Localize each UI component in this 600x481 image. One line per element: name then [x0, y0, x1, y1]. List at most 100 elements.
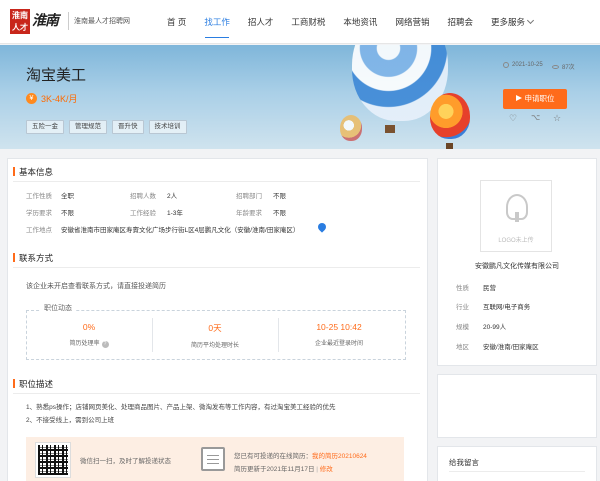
- info-value: 不限: [273, 193, 286, 200]
- my-resume-link[interactable]: 我的简历20210624: [312, 453, 367, 460]
- company-logo[interactable]: LOGO未上传: [480, 180, 552, 252]
- sidebar-blank-panel: [437, 374, 597, 438]
- info-label: 工作性质: [26, 193, 52, 200]
- stat-value: 0%: [82, 322, 96, 332]
- description-line: 2、不接受线上，需到公司上班: [26, 417, 115, 424]
- balloon-basket: [385, 125, 395, 133]
- balloon-basket: [446, 143, 453, 149]
- apply-label: 申请职位: [524, 94, 555, 103]
- site-header: 淮南 人才 淮南 淮南最人才招聘网 首 页 找工作 招人才 工商财税 本地资讯 …: [0, 0, 600, 44]
- stat-caption: 企业最近登录时间: [314, 341, 363, 347]
- nav-more-services[interactable]: 更多服务: [482, 0, 542, 44]
- job-tags: 五险一金 管理规范 晋升快 技术培训: [26, 120, 187, 134]
- stat-last-login: 10-25 10:42 企业最近登录时间: [276, 322, 402, 347]
- site-logo[interactable]: 淮南 人才 淮南: [10, 9, 66, 34]
- stat-avg-time: 0天 简历平均处理时长: [152, 322, 278, 349]
- clock-icon: [503, 62, 509, 68]
- stat-caption-text: 简历处理率: [69, 341, 100, 347]
- info-label: 招聘部门: [236, 193, 262, 200]
- info-label: 招聘人数: [130, 193, 156, 200]
- help-icon[interactable]: ?: [101, 341, 109, 348]
- contact-notice: 该企业未开启查看联系方式，请直接投递简历: [26, 283, 166, 290]
- chevron-down-icon: [526, 16, 535, 25]
- job-title: 淘宝美工: [26, 67, 87, 84]
- yen-icon: ¥: [26, 93, 37, 104]
- logo-divider: [68, 12, 69, 30]
- view-count-value: 87次: [562, 65, 575, 71]
- job-tag: 晋升快: [112, 120, 144, 134]
- nav-marketing[interactable]: 网络营销: [386, 0, 438, 44]
- heart-icon[interactable]: [509, 113, 517, 124]
- stat-resume-rate: 0% 简历处理率?: [26, 322, 152, 348]
- star-icon[interactable]: [553, 113, 561, 124]
- post-date: 2021-10-25: [503, 62, 543, 68]
- section-title-basic: 基本信息: [13, 166, 53, 178]
- section-divider: [13, 393, 420, 394]
- separator: |: [316, 466, 318, 473]
- resume-updated-text: 简历更新于2021年11月17日: [234, 466, 315, 473]
- company-info-label: 行业: [456, 304, 469, 311]
- share-icon[interactable]: [531, 113, 540, 124]
- nav-more-label: 更多服务: [490, 17, 525, 27]
- nav-job-fair[interactable]: 招聘会: [438, 0, 482, 44]
- company-info-label: 规模: [456, 324, 469, 331]
- company-info-value: 民营: [483, 285, 496, 292]
- resume-icon: [201, 447, 225, 471]
- resume-prefix: 您已有可投递的在线简历：: [234, 453, 312, 460]
- info-value: 1-3年: [167, 210, 183, 217]
- stat-value: 0天: [208, 323, 222, 333]
- logo-script: 淮南: [32, 13, 59, 29]
- balloon-image: [430, 93, 470, 139]
- logo-subtitle: 淮南最人才招聘网: [74, 18, 130, 25]
- nav-local-news[interactable]: 本地资讯: [334, 0, 386, 44]
- main-nav: 首 页 找工作 招人才 工商财税 本地资讯 网络营销 招聘会 更多服务: [158, 0, 542, 44]
- stat-value: 10-25 10:42: [316, 322, 362, 332]
- company-info-value: 互联网/电子商务: [483, 304, 531, 311]
- section-divider: [449, 471, 585, 472]
- info-label: 年龄要求: [236, 210, 262, 217]
- post-date-value: 2021-10-25: [512, 62, 543, 68]
- info-value: 不限: [273, 210, 286, 217]
- job-dynamics-label: 职位动态: [40, 303, 76, 313]
- nav-recruit[interactable]: 招人才: [239, 0, 283, 44]
- company-name[interactable]: 安徽鹏凡文化传媒有限公司: [437, 261, 597, 271]
- info-label: 工作地点: [26, 227, 52, 234]
- eye-icon: [552, 64, 559, 69]
- resume-updated: 简历更新于2021年11月17日 | 修改: [234, 463, 333, 473]
- job-tag: 管理规范: [69, 120, 107, 134]
- work-address: 安徽省淮南市田家庵区寿賨文化广场步行街L区4层鹏凡文化（安徽/淮南/田家庵区）: [61, 227, 300, 234]
- description-line: 1、熟悉ps操作；店铺网页美化、处理商品图片、产品上架、微淘发布等工作内容，有过…: [26, 404, 336, 411]
- section-title-contact: 联系方式: [13, 252, 53, 264]
- send-icon: [515, 95, 522, 101]
- balloon-image: [340, 115, 362, 141]
- company-info-value: 20-99人: [483, 324, 507, 331]
- company-info-label: 地区: [456, 344, 469, 351]
- company-info-label: 性质: [456, 285, 469, 292]
- salary-value: 3K-4K/月: [41, 94, 78, 104]
- info-value: 2人: [167, 193, 178, 200]
- info-value: 全职: [61, 193, 74, 200]
- nav-find-job[interactable]: 找工作: [195, 0, 239, 44]
- apply-job-button[interactable]: 申请职位: [503, 89, 567, 109]
- company-info-value: 安徽/淮南/田家庵区: [483, 344, 539, 351]
- wechat-qr-code: [35, 442, 71, 478]
- nav-home[interactable]: 首 页: [158, 0, 195, 44]
- section-divider: [13, 181, 420, 182]
- nav-business-tax[interactable]: 工商财税: [282, 0, 334, 44]
- resume-available: 您已有可投递的在线简历：我的简历20210624: [234, 450, 367, 460]
- job-salary: ¥ 3K-4K/月: [26, 92, 78, 105]
- stat-caption: 简历处理率?: [26, 338, 152, 348]
- info-value: 不限: [61, 210, 74, 217]
- logo-placeholder-text: LOGO未上传: [498, 238, 534, 244]
- wechat-scan-text: 微信扫一扫，及时了解投递状态: [80, 458, 171, 465]
- job-actions: [509, 113, 561, 124]
- logo-placeholder-icon: [506, 194, 528, 222]
- info-label: 工作经验: [130, 210, 156, 217]
- info-label: 学历要求: [26, 210, 52, 217]
- section-divider: [13, 267, 420, 268]
- logo-seal: 淮南 人才: [10, 9, 30, 34]
- job-tag: 技术培训: [148, 120, 187, 134]
- stat-caption: 简历平均处理时长: [190, 343, 239, 349]
- section-title-description: 职位描述: [13, 378, 53, 390]
- edit-resume-link[interactable]: 修改: [320, 466, 333, 473]
